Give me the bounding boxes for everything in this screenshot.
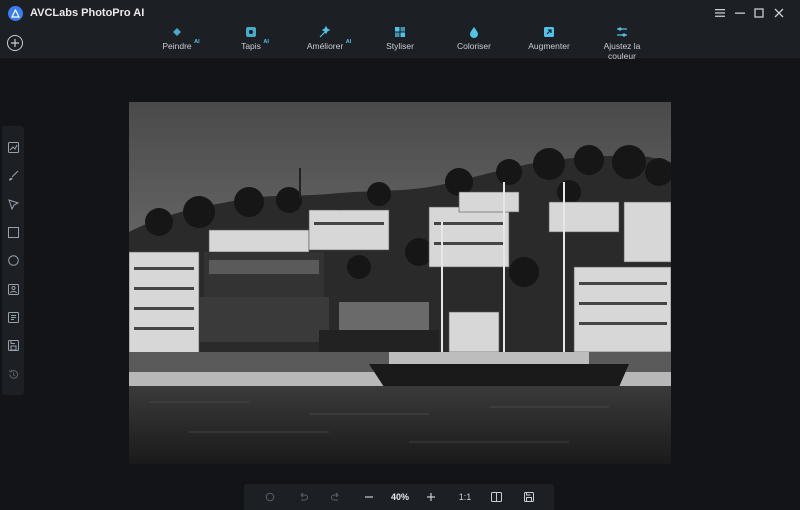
toolbar-label: Peindre [162, 41, 192, 51]
toolbar-item-ameliorer[interactable]: Améliorer AI [290, 26, 360, 51]
toolbar-item-augmenter[interactable]: Augmenter [514, 26, 584, 51]
colorize-icon [470, 27, 478, 38]
save-layer-icon[interactable] [7, 339, 19, 351]
app-title: AVCLabs PhotoPro AI [30, 7, 145, 19]
ai-badge: AI [194, 39, 200, 45]
toolbar-item-styliser[interactable]: Styliser [365, 26, 435, 51]
save-icon[interactable] [522, 490, 536, 504]
ai-badge: AI [345, 39, 352, 45]
toolbar-label: Augmenter [528, 41, 570, 51]
actual-size-button[interactable]: 1:1 [454, 490, 476, 504]
stylize-icon [395, 27, 405, 37]
toolbar-label: Tapis [241, 41, 261, 51]
toolbar-item-tapis[interactable]: Tapis AI [216, 26, 286, 51]
reset-icon[interactable] [263, 490, 277, 504]
add-image-button[interactable] [7, 35, 23, 51]
ellipse-select-icon[interactable] [7, 254, 19, 266]
minimize-icon[interactable] [732, 5, 748, 21]
zoom-in-icon[interactable] [424, 490, 438, 504]
select-arrow-icon[interactable] [7, 198, 19, 210]
bottom-control-bar: 40% 1:1 [244, 484, 554, 510]
zoom-level: 40% [390, 492, 409, 502]
enhance-icon [319, 26, 331, 38]
close-icon[interactable] [771, 5, 787, 21]
tool-sidebar [2, 126, 24, 395]
paint-bucket-icon [173, 28, 181, 36]
split-view-icon[interactable] [489, 490, 503, 504]
toolbar-label: Ajustez la couleur [603, 41, 641, 61]
menu-icon[interactable] [712, 5, 728, 21]
compare-icon[interactable] [7, 141, 19, 153]
patch-icon [246, 27, 256, 37]
zoom-out-icon[interactable] [362, 490, 376, 504]
title-bar: AVCLabs PhotoPro AI Peindre AI Tapis AI Am… [0, 0, 800, 61]
text-select-icon[interactable] [7, 311, 19, 323]
rectangle-select-icon[interactable] [7, 226, 19, 238]
brush-icon[interactable] [7, 169, 19, 181]
photo-image [129, 102, 671, 464]
app-logo-icon [8, 6, 23, 21]
upscale-icon [544, 27, 554, 37]
toolbar-label: Styliser [386, 41, 414, 51]
adjust-color-icon [617, 27, 627, 37]
maximize-icon[interactable] [751, 5, 767, 21]
photo-canvas[interactable] [129, 102, 671, 464]
redo-icon[interactable] [329, 490, 343, 504]
toolbar-label: Coloriser [456, 41, 491, 51]
person-select-icon[interactable] [7, 283, 19, 295]
toolbar-label: Améliorer [306, 41, 344, 51]
toolbar-item-ajustez-couleur[interactable]: Ajustez la couleur [587, 26, 657, 61]
toolbar-item-coloriser[interactable]: Coloriser [439, 26, 509, 51]
undo-icon[interactable] [296, 490, 310, 504]
history-icon[interactable] [7, 368, 19, 380]
ai-badge: AI [263, 39, 269, 45]
toolbar-item-peindre[interactable]: Peindre AI [142, 26, 212, 51]
